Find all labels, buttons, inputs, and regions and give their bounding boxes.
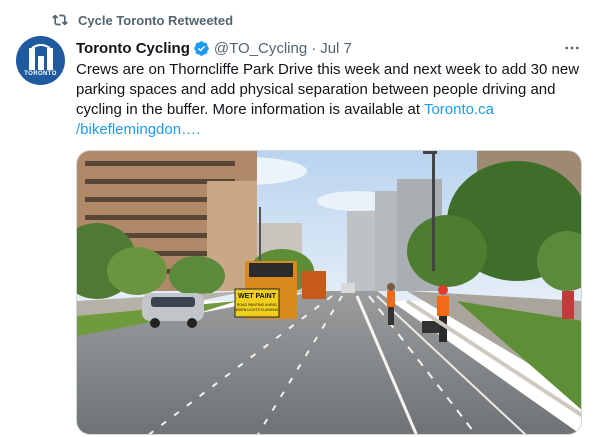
avatar-wordmark: TORONTO <box>24 71 57 77</box>
verified-badge-icon <box>193 40 210 57</box>
retweet-icon <box>52 12 68 28</box>
city-of-toronto-logo <box>28 44 53 70</box>
more-options-icon[interactable] <box>560 38 584 58</box>
sign-line-2: ROAD PAINTING AHEAD <box>237 303 278 307</box>
sign-line-3: WHEN LIGHTS FLASHING <box>236 308 279 312</box>
tweet-link-path: /bikeflemingdon…. <box>76 121 201 138</box>
tweet-text: Crews are on Thorncliffe Park Drive this… <box>76 61 580 118</box>
retweet-context: Cycle Toronto Retweeted <box>52 10 233 30</box>
meta-separator: · <box>311 39 317 57</box>
tweet-header: Toronto Cycling @TO_Cycling · Jul 7 <box>76 38 586 58</box>
sign-title: WET PAINT <box>238 293 277 300</box>
tweet-link-domain: Toronto.ca <box>423 101 495 118</box>
tweet-photo[interactable]: WET PAINT ROAD PAINTING AHEAD WHEN LIGHT… <box>76 150 582 435</box>
avatar[interactable]: TORONTO <box>16 36 65 85</box>
tweet-timestamp[interactable]: Jul 7 <box>320 40 352 57</box>
author-display-name[interactable]: Toronto Cycling <box>76 40 190 57</box>
tweet-body: Crews are on Thorncliffe Park Drive this… <box>76 60 584 140</box>
street-photo: WET PAINT ROAD PAINTING AHEAD WHEN LIGHT… <box>77 151 581 434</box>
tweet-card[interactable]: Cycle Toronto Retweeted TORONTO Toronto … <box>0 0 598 437</box>
author-handle[interactable]: @TO_Cycling <box>214 40 307 57</box>
retweeted-by-link[interactable]: Cycle Toronto Retweeted <box>78 13 233 28</box>
